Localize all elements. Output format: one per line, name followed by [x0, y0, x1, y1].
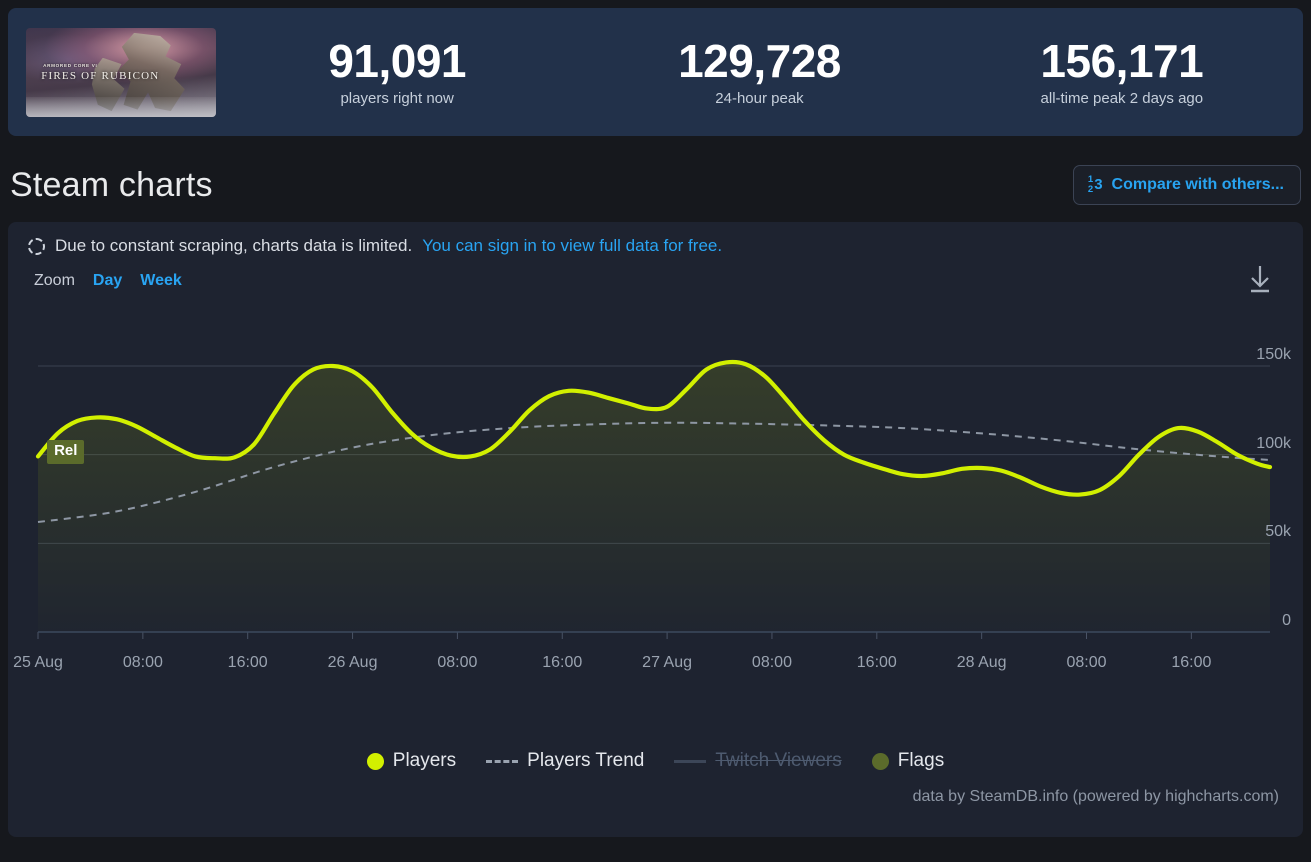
legend-item-label: Players — [392, 750, 457, 771]
stat-all-time-peak: 156,171 all-time peak 2 days ago — [941, 34, 1303, 108]
compare-numbers-icon: 1 2 3 — [1088, 175, 1103, 194]
download-icon[interactable] — [1245, 262, 1275, 296]
chart-flag[interactable]: Rel — [47, 440, 85, 464]
chart-x-tick-label: 27 Aug — [642, 654, 693, 671]
chart-x-tick-label: 28 Aug — [956, 654, 1007, 671]
chart-x-tick-label: 26 Aug — [327, 654, 378, 671]
loading-spinner-icon — [28, 237, 45, 255]
notice-text: Due to constant scraping, charts data is… — [55, 236, 413, 255]
chart-x-tick-label: 08:00 — [437, 654, 478, 671]
legend-marker-dot — [366, 752, 384, 770]
legend-item-flags[interactable]: Flags — [871, 750, 945, 772]
section-header: Steam charts 1 2 3 Compare with others..… — [10, 158, 1301, 212]
legend-marker-solid-line — [674, 759, 707, 763]
legend-item-twitch-viewers[interactable]: Twitch Viewers — [674, 750, 842, 772]
zoom-label: Zoom — [34, 272, 75, 289]
stat-label: all-time peak 2 days ago — [1040, 90, 1204, 108]
zoom-range-week[interactable]: Week — [140, 272, 182, 290]
cover-title-small: ARMORED CORE VI — [43, 63, 98, 69]
stat-group: 91,091 players right now 129,728 24-hour… — [216, 34, 1303, 108]
chart-x-tick-label: 16:00 — [227, 654, 268, 671]
game-cover-art[interactable]: ARMORED CORE VI FIRES OF RUBICON — [26, 27, 216, 117]
compare-button-label: Compare with others... — [1111, 175, 1284, 193]
stat-value: 129,728 — [678, 34, 841, 87]
legend-item-label: Players Trend — [527, 750, 645, 771]
legend-item-players-trend[interactable]: Players Trend — [486, 750, 644, 772]
cover-title-main: FIRES OF RUBICON — [41, 70, 160, 83]
chart-y-tick-label: 100k — [1256, 434, 1291, 452]
chart-x-tick-label: 16:00 — [1171, 654, 1212, 671]
chart-x-tick-label: 16:00 — [542, 654, 583, 671]
zoom-range-day[interactable]: Day — [93, 272, 122, 290]
zoom-toolbar: Zoom Day Week — [8, 256, 1303, 293]
chart-x-tick-label: 08:00 — [1066, 654, 1107, 671]
chart-x-tickmarks — [37, 632, 1192, 639]
game-stats-panel: ARMORED CORE VI FIRES OF RUBICON 91,091 … — [8, 8, 1303, 136]
cover-art-ground — [26, 96, 216, 117]
stat-24h-peak: 129,728 24-hour peak — [578, 34, 940, 108]
legend-marker-dashed-line — [486, 759, 519, 763]
players-area-fill — [38, 361, 1270, 632]
chart-x-tick-label: 08:00 — [122, 654, 163, 671]
legend-item-label: Twitch Viewers — [715, 750, 842, 771]
page-title: Steam charts — [10, 165, 213, 204]
chart-x-tick-label: 25 Aug — [13, 654, 63, 671]
chart-x-tick-label: 16:00 — [856, 654, 897, 671]
stat-players-now: 91,091 players right now — [216, 34, 578, 108]
limited-data-notice: Due to constant scraping, charts data is… — [8, 222, 1303, 256]
stat-label: 24-hour peak — [715, 90, 804, 108]
charts-card: Due to constant scraping, charts data is… — [8, 222, 1303, 837]
stat-label: players right now — [340, 90, 454, 108]
legend-marker-dot — [871, 752, 889, 770]
chart-y-tick-label: 150k — [1256, 346, 1291, 363]
compare-icon-bottom: 2 — [1087, 183, 1094, 195]
chart-y-tick-label: 50k — [1265, 523, 1291, 541]
chart-x-tick-label: 08:00 — [751, 654, 792, 671]
legend-item-label: Flags — [897, 750, 945, 771]
stat-value: 156,171 — [1040, 34, 1204, 87]
sign-in-link[interactable]: You can sign in to view full data for fr… — [422, 236, 722, 256]
compare-with-others-button[interactable]: 1 2 3 Compare with others... — [1072, 164, 1301, 206]
chart-legend: Players Players Trend Twitch Viewers Flags — [8, 750, 1303, 772]
chart-credit: data by SteamDB.info (powered by highcha… — [912, 788, 1279, 805]
compare-icon-right: 3 — [1094, 176, 1103, 193]
chart-y-tick-label: 0 — [1282, 612, 1291, 629]
legend-item-players[interactable]: Players — [366, 750, 457, 772]
stat-value: 91,091 — [328, 34, 467, 87]
